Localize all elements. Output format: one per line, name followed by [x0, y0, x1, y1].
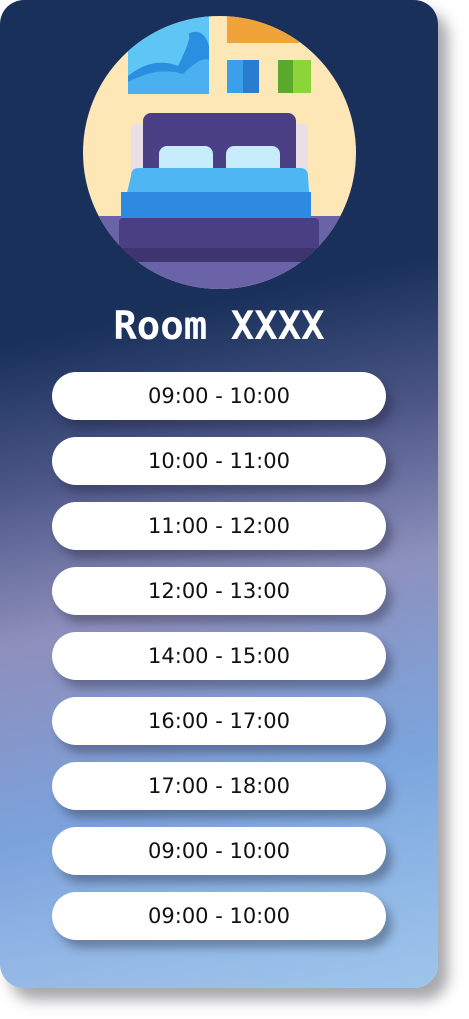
time-slot-button[interactable]: 09:00 - 10:00 — [52, 827, 386, 875]
time-slot-button[interactable]: 09:00 - 10:00 — [52, 372, 386, 420]
room-title: Room XXXX — [113, 304, 325, 349]
bed-icon — [83, 16, 356, 289]
time-slot-button[interactable]: 17:00 - 18:00 — [52, 762, 386, 810]
time-slot-button[interactable]: 09:00 - 10:00 — [52, 892, 386, 940]
time-slot-button[interactable]: 14:00 - 15:00 — [52, 632, 386, 680]
room-card: Room XXXX 09:00 - 10:00 10:00 - 11:00 11… — [0, 0, 438, 988]
time-slot-button[interactable]: 16:00 - 17:00 — [52, 697, 386, 745]
time-slot-list: 09:00 - 10:00 10:00 - 11:00 11:00 - 12:0… — [52, 372, 386, 957]
room-image — [83, 16, 356, 289]
time-slot-button[interactable]: 11:00 - 12:00 — [52, 502, 386, 550]
time-slot-button[interactable]: 10:00 - 11:00 — [52, 437, 386, 485]
time-slot-button[interactable]: 12:00 - 13:00 — [52, 567, 386, 615]
